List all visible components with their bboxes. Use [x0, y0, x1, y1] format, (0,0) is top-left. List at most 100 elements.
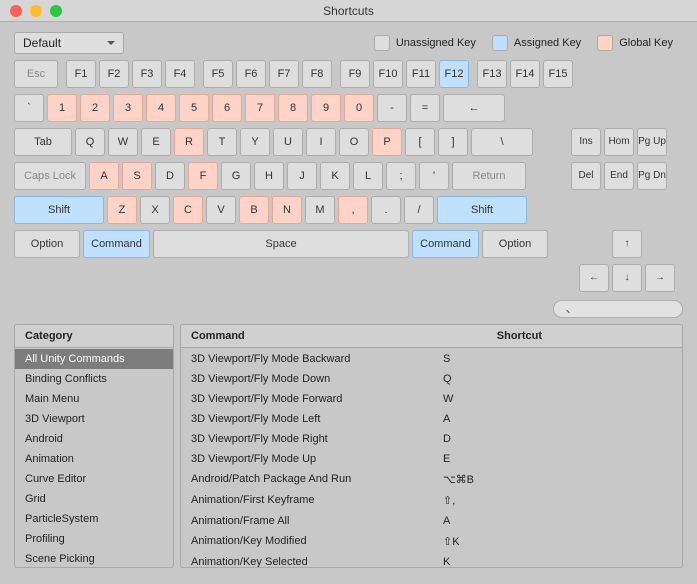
- close-button[interactable]: [10, 5, 22, 17]
- command-row[interactable]: Animation/Frame AllA: [181, 511, 682, 531]
- key-f4[interactable]: F4: [165, 60, 195, 88]
- key-q[interactable]: Q: [75, 128, 105, 156]
- command-row[interactable]: Animation/First Keyframe⇧,: [181, 490, 682, 511]
- key-f3[interactable]: F3: [132, 60, 162, 88]
- category-item[interactable]: Curve Editor: [15, 469, 173, 489]
- key-p[interactable]: P: [372, 128, 402, 156]
- key-s[interactable]: S: [122, 162, 152, 190]
- key-end[interactable]: End: [604, 162, 634, 190]
- category-item[interactable]: ParticleSystem: [15, 509, 173, 529]
- key-arrow-right[interactable]: →: [645, 264, 675, 292]
- key-1[interactable]: 1: [47, 94, 77, 122]
- maximize-button[interactable]: [50, 5, 62, 17]
- key-c[interactable]: C: [173, 196, 203, 224]
- key-capslock[interactable]: Caps Lock: [14, 162, 86, 190]
- key-,[interactable]: ,: [338, 196, 368, 224]
- category-item[interactable]: All Unity Commands: [15, 349, 173, 369]
- key-arrow-down[interactable]: ↓: [612, 264, 642, 292]
- key-n[interactable]: N: [272, 196, 302, 224]
- key-del[interactable]: Del: [571, 162, 601, 190]
- key-f9[interactable]: F9: [340, 60, 370, 88]
- key-f12[interactable]: F12: [439, 60, 469, 88]
- key-z[interactable]: Z: [107, 196, 137, 224]
- key-0[interactable]: 0: [344, 94, 374, 122]
- category-item[interactable]: Android: [15, 429, 173, 449]
- key-x[interactable]: X: [140, 196, 170, 224]
- key-arrow-left[interactable]: ←: [579, 264, 609, 292]
- key-backspace[interactable]: ←: [443, 94, 505, 122]
- key-equal[interactable]: =: [410, 94, 440, 122]
- key-tab[interactable]: Tab: [14, 128, 72, 156]
- key-pgup[interactable]: Pg Up: [637, 128, 667, 156]
- command-row[interactable]: 3D Viewport/Fly Mode BackwardS: [181, 349, 682, 369]
- category-item[interactable]: 3D Viewport: [15, 409, 173, 429]
- key-7[interactable]: 7: [245, 94, 275, 122]
- category-item[interactable]: Grid: [15, 489, 173, 509]
- key-o[interactable]: O: [339, 128, 369, 156]
- key-f2[interactable]: F2: [99, 60, 129, 88]
- category-item[interactable]: Profiling: [15, 529, 173, 549]
- command-row[interactable]: Animation/Key Modified⇧K: [181, 531, 682, 552]
- key-f13[interactable]: F13: [477, 60, 507, 88]
- key-i[interactable]: I: [306, 128, 336, 156]
- key-d[interactable]: D: [155, 162, 185, 190]
- key-t[interactable]: T: [207, 128, 237, 156]
- command-row[interactable]: Animation/Key SelectedK: [181, 552, 682, 567]
- key-command-left[interactable]: Command: [83, 230, 150, 258]
- key-4[interactable]: 4: [146, 94, 176, 122]
- key-9[interactable]: 9: [311, 94, 341, 122]
- command-row[interactable]: 3D Viewport/Fly Mode UpE: [181, 449, 682, 469]
- minimize-button[interactable]: [30, 5, 42, 17]
- key-f15[interactable]: F15: [543, 60, 573, 88]
- key-.[interactable]: .: [371, 196, 401, 224]
- key-8[interactable]: 8: [278, 94, 308, 122]
- key-m[interactable]: M: [305, 196, 335, 224]
- key-f6[interactable]: F6: [236, 60, 266, 88]
- category-item[interactable]: Animation: [15, 449, 173, 469]
- key-f11[interactable]: F11: [406, 60, 436, 88]
- key-minus[interactable]: -: [377, 94, 407, 122]
- key-esc[interactable]: Esc: [14, 60, 58, 88]
- key-return[interactable]: Return: [452, 162, 526, 190]
- command-row[interactable]: Android/Patch Package And Run⌥⌘B: [181, 469, 682, 490]
- key-arrow-up[interactable]: ↑: [612, 230, 642, 258]
- key-v[interactable]: V: [206, 196, 236, 224]
- key-6[interactable]: 6: [212, 94, 242, 122]
- profile-dropdown[interactable]: Default: [14, 32, 124, 54]
- key-b[interactable]: B: [239, 196, 269, 224]
- category-item[interactable]: Scene Picking: [15, 549, 173, 567]
- key-3[interactable]: 3: [113, 94, 143, 122]
- key-l[interactable]: L: [353, 162, 383, 190]
- key-shift-right[interactable]: Shift: [437, 196, 527, 224]
- key-e[interactable]: E: [141, 128, 171, 156]
- key-u[interactable]: U: [273, 128, 303, 156]
- key-j[interactable]: J: [287, 162, 317, 190]
- key-f[interactable]: F: [188, 162, 218, 190]
- category-item[interactable]: Main Menu: [15, 389, 173, 409]
- key-f10[interactable]: F10: [373, 60, 403, 88]
- key-;[interactable]: ;: [386, 162, 416, 190]
- search-input[interactable]: [553, 300, 683, 318]
- command-row[interactable]: 3D Viewport/Fly Mode DownQ: [181, 369, 682, 389]
- key-option-left[interactable]: Option: [14, 230, 80, 258]
- command-row[interactable]: 3D Viewport/Fly Mode ForwardW: [181, 389, 682, 409]
- key-5[interactable]: 5: [179, 94, 209, 122]
- key-f5[interactable]: F5: [203, 60, 233, 88]
- key-r[interactable]: R: [174, 128, 204, 156]
- key-f14[interactable]: F14: [510, 60, 540, 88]
- key-ins[interactable]: Ins: [571, 128, 601, 156]
- key-2[interactable]: 2: [80, 94, 110, 122]
- category-item[interactable]: Binding Conflicts: [15, 369, 173, 389]
- key-y[interactable]: Y: [240, 128, 270, 156]
- key-pgdn[interactable]: Pg Dn: [637, 162, 667, 190]
- command-row[interactable]: 3D Viewport/Fly Mode RightD: [181, 429, 682, 449]
- key-backtick[interactable]: `: [14, 94, 44, 122]
- key-home[interactable]: Hom: [604, 128, 634, 156]
- key-w[interactable]: W: [108, 128, 138, 156]
- key-a[interactable]: A: [89, 162, 119, 190]
- key-f8[interactable]: F8: [302, 60, 332, 88]
- key-command-right[interactable]: Command: [412, 230, 479, 258]
- key-g[interactable]: G: [221, 162, 251, 190]
- key-space[interactable]: Space: [153, 230, 409, 258]
- key-k[interactable]: K: [320, 162, 350, 190]
